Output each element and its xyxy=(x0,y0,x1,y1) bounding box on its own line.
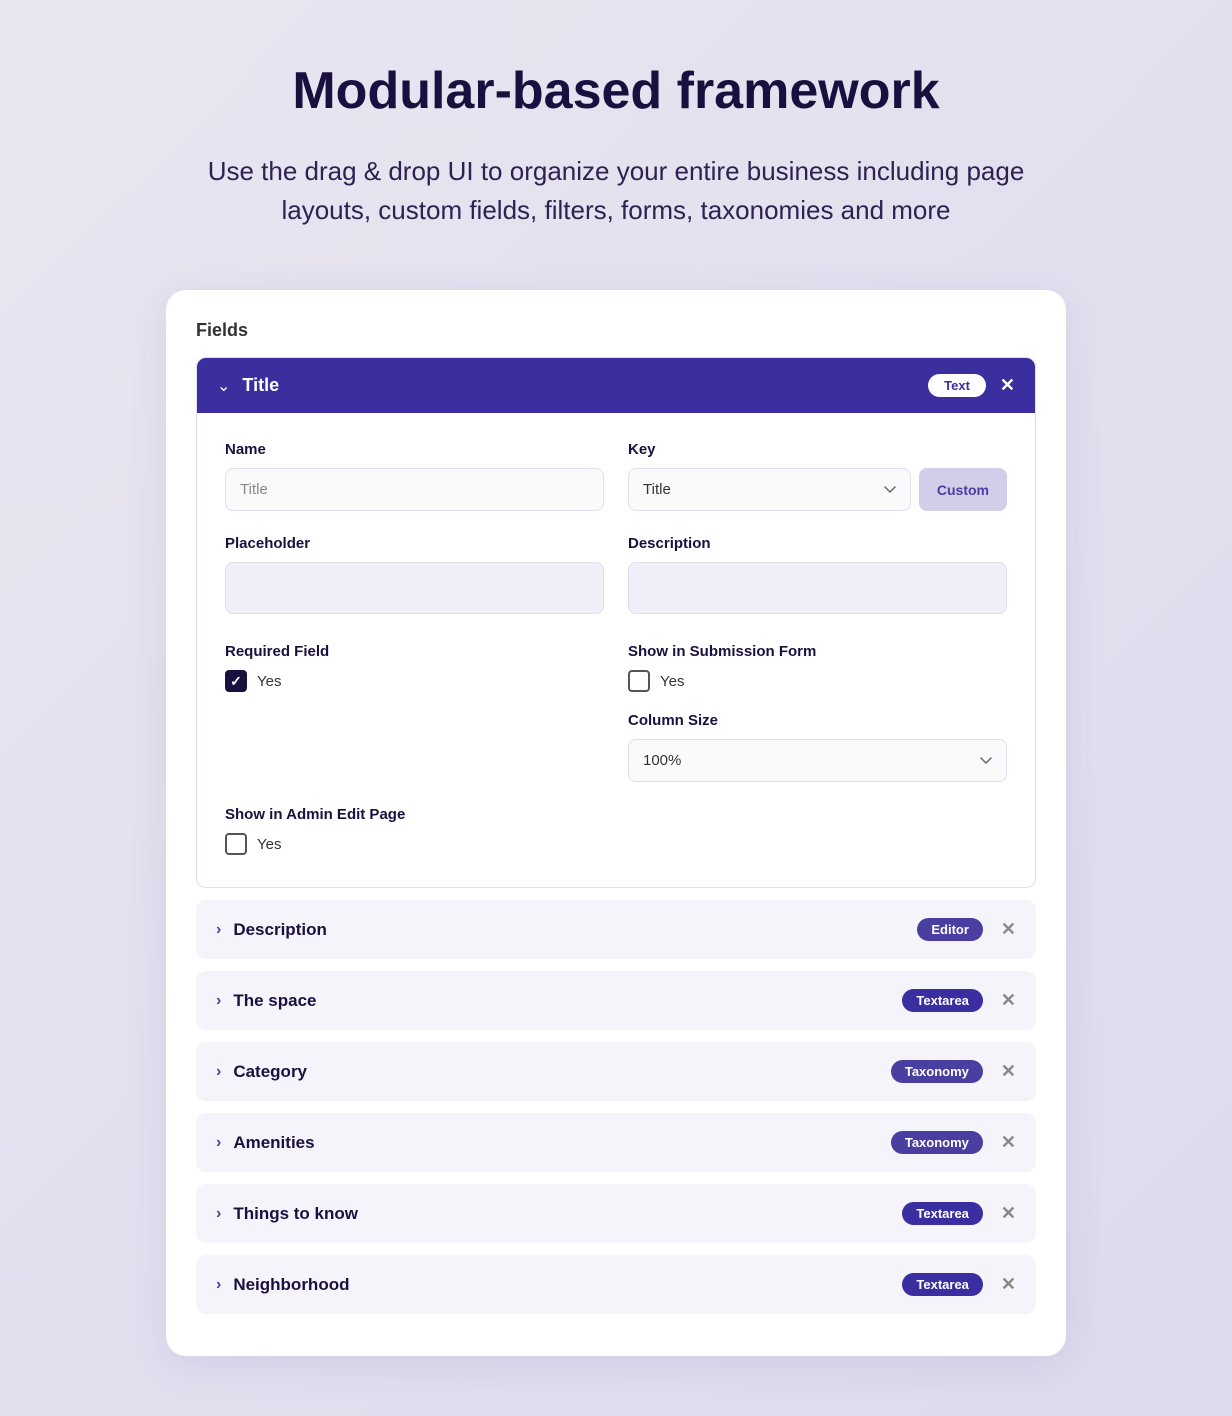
expanded-field-title-text: Title xyxy=(242,375,928,396)
description-label: Description xyxy=(628,535,1007,552)
chevron-right-icon: › xyxy=(216,1063,221,1081)
close-icon[interactable]: ✕ xyxy=(1001,1203,1016,1224)
field-type-badge-text: Text xyxy=(928,374,986,397)
expanded-field-title: ⌄ Title Text ✕ Name Key Title Custom xyxy=(196,357,1036,888)
field-row-neighborhood[interactable]: › Neighborhood Textarea ✕ xyxy=(196,1255,1036,1314)
admin-edit-label: Show in Admin Edit Page xyxy=(225,806,604,823)
close-icon[interactable]: ✕ xyxy=(1001,1061,1016,1082)
admin-edit-checkbox[interactable] xyxy=(225,833,247,855)
name-key-row: Name Key Title Custom xyxy=(225,441,1007,511)
chevron-right-icon: › xyxy=(216,992,221,1010)
close-icon[interactable]: ✕ xyxy=(1001,1274,1016,1295)
placeholder-input[interactable] xyxy=(225,562,604,614)
field-row-title: The space xyxy=(233,991,902,1011)
custom-button[interactable]: Custom xyxy=(919,468,1007,511)
chevron-right-icon: › xyxy=(216,1276,221,1294)
field-badge: Textarea xyxy=(902,989,983,1012)
admin-edit-col: Show in Admin Edit Page Yes xyxy=(225,806,604,855)
required-yes-label: Yes xyxy=(257,673,281,690)
field-row-category[interactable]: › Category Taxonomy ✕ xyxy=(196,1042,1036,1101)
description-input[interactable] xyxy=(628,562,1007,614)
page-subtitle: Use the drag & drop UI to organize your … xyxy=(166,152,1066,230)
required-col: Required Field Yes xyxy=(225,643,604,782)
placeholder-description-row: Placeholder Description xyxy=(225,535,1007,619)
show-submission-label: Show in Submission Form xyxy=(628,643,1007,660)
field-row-title: Things to know xyxy=(233,1204,902,1224)
field-row-title: Category xyxy=(233,1062,891,1082)
chevron-right-icon: › xyxy=(216,1205,221,1223)
main-card: Fields ⌄ Title Text ✕ Name Key Title xyxy=(166,290,1066,1356)
field-row-title: Amenities xyxy=(233,1133,891,1153)
field-row-amenities[interactable]: › Amenities Taxonomy ✕ xyxy=(196,1113,1036,1172)
fields-label: Fields xyxy=(196,320,1036,341)
field-badge: Textarea xyxy=(902,1273,983,1296)
admin-yes-label: Yes xyxy=(257,836,281,853)
name-col: Name xyxy=(225,441,604,511)
close-icon[interactable]: ✕ xyxy=(1001,919,1016,940)
name-label: Name xyxy=(225,441,604,458)
field-badge: Textarea xyxy=(902,1202,983,1225)
field-badge: Taxonomy xyxy=(891,1131,983,1154)
field-badge: Taxonomy xyxy=(891,1060,983,1083)
column-size-label: Column Size xyxy=(628,712,1007,729)
required-field-label: Required Field xyxy=(225,643,604,660)
key-col: Key Title Custom xyxy=(628,441,1007,511)
column-size-select[interactable]: 100% 75% 50% 33% 25% xyxy=(628,739,1007,782)
required-submission-row: Required Field Yes Show in Submission Fo… xyxy=(225,643,1007,782)
submission-col: Show in Submission Form Yes Column Size … xyxy=(628,643,1007,782)
close-icon[interactable]: ✕ xyxy=(1000,375,1015,396)
other-fields-container: › Description Editor ✕ › The space Texta… xyxy=(196,900,1036,1314)
required-checkbox-row: Yes xyxy=(225,670,604,692)
submission-yes-label: Yes xyxy=(660,673,684,690)
field-row-the-space[interactable]: › The space Textarea ✕ xyxy=(196,971,1036,1030)
submission-checkbox[interactable] xyxy=(628,670,650,692)
expanded-field-body: Name Key Title Custom Placeholder xyxy=(197,413,1035,887)
key-label: Key xyxy=(628,441,1007,458)
close-icon[interactable]: ✕ xyxy=(1001,990,1016,1011)
field-row-description[interactable]: › Description Editor ✕ xyxy=(196,900,1036,959)
placeholder-label: Placeholder xyxy=(225,535,604,552)
admin-edit-spacer xyxy=(628,806,1007,855)
description-col: Description xyxy=(628,535,1007,619)
expanded-field-header[interactable]: ⌄ Title Text ✕ xyxy=(197,358,1035,413)
field-row-title: Neighborhood xyxy=(233,1275,902,1295)
chevron-right-icon: › xyxy=(216,921,221,939)
field-badge: Editor xyxy=(917,918,983,941)
admin-edit-row: Show in Admin Edit Page Yes xyxy=(225,806,1007,855)
field-row-things-to-know[interactable]: › Things to know Textarea ✕ xyxy=(196,1184,1036,1243)
field-row-title: Description xyxy=(233,920,917,940)
admin-checkbox-row: Yes xyxy=(225,833,604,855)
name-input[interactable] xyxy=(225,468,604,511)
page-title: Modular-based framework xyxy=(292,60,939,122)
submission-checkbox-row: Yes xyxy=(628,670,1007,692)
required-checkbox[interactable] xyxy=(225,670,247,692)
close-icon[interactable]: ✕ xyxy=(1001,1132,1016,1153)
chevron-right-icon: › xyxy=(216,1134,221,1152)
chevron-down-icon: ⌄ xyxy=(217,376,230,396)
key-input-group: Title Custom xyxy=(628,468,1007,511)
placeholder-col: Placeholder xyxy=(225,535,604,619)
key-select[interactable]: Title xyxy=(628,468,911,511)
